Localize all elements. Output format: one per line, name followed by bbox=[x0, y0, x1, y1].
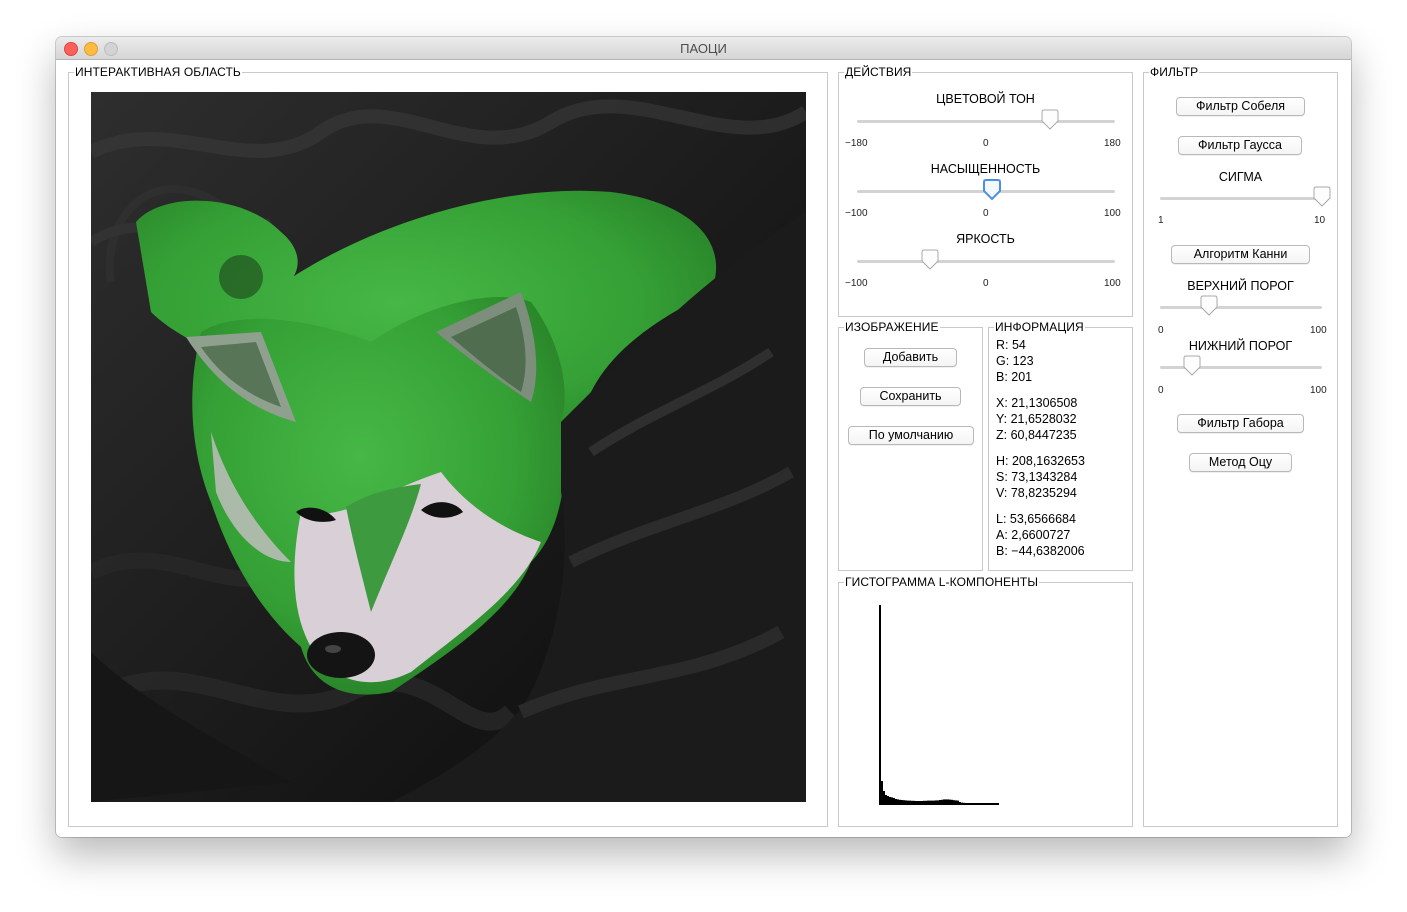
image-legend: ИЗОБРАЖЕНИЕ bbox=[845, 320, 939, 334]
title-bar[interactable]: ПАОЦИ bbox=[56, 37, 1351, 60]
upper-threshold-min-label: 0 bbox=[1158, 325, 1164, 336]
histogram-chart bbox=[879, 605, 999, 805]
info-r: R: 54 bbox=[996, 338, 1026, 352]
saturation-max-label: 100 bbox=[1104, 208, 1121, 219]
sigma-slider-track[interactable] bbox=[1160, 197, 1322, 200]
sigma-max-label: 10 bbox=[1314, 215, 1326, 226]
histogram-bar bbox=[893, 798, 895, 805]
saturation-label: НАСЫЩЕННОСТЬ bbox=[930, 162, 1041, 176]
upper-threshold-slider-thumb[interactable] bbox=[1199, 295, 1219, 317]
actions-panel: ДЕЙСТВИЯ ЦВЕТОВОЙ ТОН −180 0 180 НАСЫЩЕН… bbox=[838, 66, 1133, 317]
info-z: Z: 60,8447235 bbox=[996, 428, 1077, 442]
brightness-label: ЯРКОСТЬ bbox=[956, 232, 1015, 246]
histogram-panel: ГИСТОГРАММА L-КОМПОНЕНТЫ bbox=[838, 576, 1133, 827]
info-a: A: 2,6600727 bbox=[996, 528, 1071, 542]
window-title: ПАОЦИ bbox=[680, 41, 727, 56]
sigma-min-label: 1 bbox=[1158, 215, 1164, 226]
dog-image[interactable] bbox=[91, 92, 806, 802]
info-y: Y: 21,6528032 bbox=[996, 412, 1077, 426]
sigma-label: СИГМА bbox=[1218, 170, 1263, 184]
hue-min-label: −180 bbox=[845, 138, 868, 149]
info-s: S: 73,1343284 bbox=[996, 470, 1078, 484]
upper-threshold-label: ВЕРХНИЙ ПОРОГ bbox=[1187, 279, 1294, 293]
info-b: B: 201 bbox=[996, 370, 1033, 384]
histogram-bar bbox=[995, 803, 997, 805]
info-l: L: 53,6566684 bbox=[996, 512, 1076, 526]
default-image-button[interactable]: По умолчанию bbox=[848, 426, 974, 445]
otsu-method-button[interactable]: Метод Оцу bbox=[1189, 453, 1292, 472]
histogram-bar bbox=[885, 795, 887, 805]
hue-slider-thumb[interactable] bbox=[1040, 109, 1060, 131]
brightness-max-label: 100 bbox=[1104, 278, 1121, 289]
histogram-bar bbox=[891, 797, 893, 805]
histogram-bar bbox=[887, 796, 889, 805]
upper-threshold-max-label: 100 bbox=[1310, 325, 1327, 336]
image-panel: ИЗОБРАЖЕНИЕ Добавить Сохранить По умолча… bbox=[838, 321, 983, 571]
histogram-baseline bbox=[879, 804, 989, 805]
filter-panel: ФИЛЬТР Фильтр Собеля Фильтр Гаусса СИГМА… bbox=[1143, 66, 1338, 827]
sobel-filter-button[interactable]: Фильтр Собеля bbox=[1176, 97, 1305, 116]
hue-slider-track[interactable] bbox=[857, 120, 1115, 123]
interactive-area-legend: ИНТЕРАКТИВНАЯ ОБЛАСТЬ bbox=[75, 65, 241, 79]
histogram-bar bbox=[993, 803, 995, 805]
info-g: G: 123 bbox=[996, 354, 1034, 368]
info-lab-b: B: −44,6382006 bbox=[996, 544, 1085, 558]
info-legend: ИНФОРМАЦИЯ bbox=[995, 320, 1084, 334]
actions-legend: ДЕЙСТВИЯ bbox=[845, 65, 912, 79]
interactive-area-panel: ИНТЕРАКТИВНАЯ ОБЛАСТЬ bbox=[68, 66, 828, 827]
upper-threshold-slider-track[interactable] bbox=[1160, 306, 1322, 309]
hue-mid-label: 0 bbox=[983, 138, 989, 149]
info-panel: ИНФОРМАЦИЯ R: 54 G: 123 B: 201 X: 21,130… bbox=[988, 321, 1133, 571]
histogram-bar bbox=[883, 791, 885, 805]
gauss-filter-button[interactable]: Фильтр Гаусса bbox=[1178, 136, 1302, 155]
info-h: H: 208,1632653 bbox=[996, 454, 1085, 468]
hue-label: ЦВЕТОВОЙ ТОН bbox=[936, 92, 1035, 106]
histogram-bar bbox=[989, 803, 991, 805]
histogram-bar bbox=[889, 797, 891, 805]
info-v: V: 78,8235294 bbox=[996, 486, 1077, 500]
info-x: X: 21,1306508 bbox=[996, 396, 1078, 410]
canny-algorithm-button[interactable]: Алгоритм Канни bbox=[1171, 245, 1310, 264]
lower-threshold-min-label: 0 bbox=[1158, 385, 1164, 396]
histogram-bar bbox=[881, 781, 883, 805]
app-window: ПАОЦИ ИНТЕРАКТИВНАЯ ОБЛАСТЬ ДЕЙСТВИЯ ЦВЕ… bbox=[56, 37, 1351, 837]
brightness-slider-thumb[interactable] bbox=[920, 249, 940, 271]
hue-max-label: 180 bbox=[1104, 138, 1121, 149]
histogram-bar bbox=[991, 803, 993, 805]
histogram-bar bbox=[997, 803, 999, 805]
lower-threshold-label: НИЖНИЙ ПОРОГ bbox=[1188, 339, 1293, 353]
histogram-legend: ГИСТОГРАММА L-КОМПОНЕНТЫ bbox=[845, 575, 1039, 589]
brightness-mid-label: 0 bbox=[983, 278, 989, 289]
filter-legend: ФИЛЬТР bbox=[1150, 65, 1199, 79]
lower-threshold-max-label: 100 bbox=[1310, 385, 1327, 396]
brightness-min-label: −100 bbox=[845, 278, 868, 289]
gabor-filter-button[interactable]: Фильтр Габора bbox=[1177, 414, 1304, 433]
sigma-slider-thumb[interactable] bbox=[1312, 186, 1332, 208]
save-image-button[interactable]: Сохранить bbox=[860, 387, 961, 406]
histogram-bar bbox=[879, 605, 881, 805]
add-image-button[interactable]: Добавить bbox=[864, 348, 957, 367]
lower-threshold-slider-thumb[interactable] bbox=[1182, 355, 1202, 377]
brightness-slider-track[interactable] bbox=[857, 260, 1115, 263]
saturation-slider-thumb[interactable] bbox=[982, 179, 1002, 201]
window-content: ИНТЕРАКТИВНАЯ ОБЛАСТЬ ДЕЙСТВИЯ ЦВЕТОВОЙ … bbox=[56, 60, 1351, 837]
saturation-min-label: −100 bbox=[845, 208, 868, 219]
saturation-mid-label: 0 bbox=[983, 208, 989, 219]
